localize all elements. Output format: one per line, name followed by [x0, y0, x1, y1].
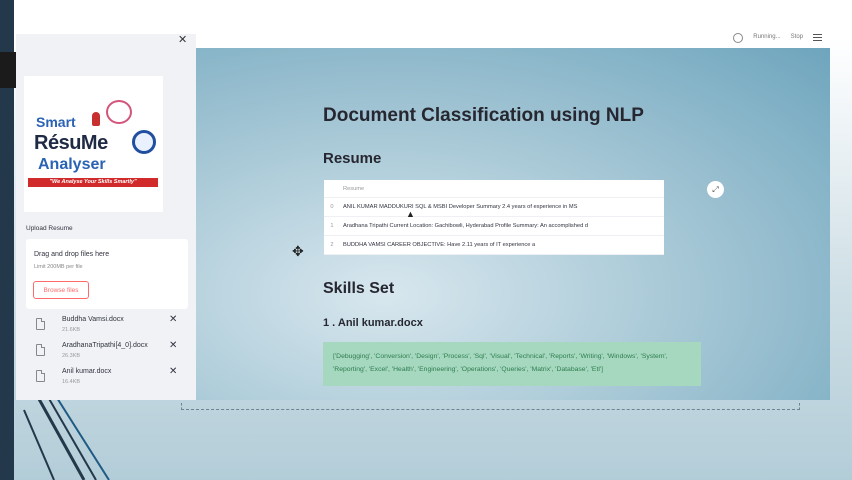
table-cell[interactable]: BUDDHA VAMSI CAREER OBJECTIVE: Have 2.11…	[340, 235, 664, 255]
row-index: 1	[324, 216, 340, 236]
logo-text-resume: RésuMe	[34, 132, 108, 154]
dropzone-limit: Limit 200MB per file	[34, 264, 83, 270]
table-cell[interactable]: ANIL KUMAR MADDUKURI SQL & MSBI Develope…	[340, 197, 664, 217]
file-dropzone[interactable]: Drag and drop files here Limit 200MB per…	[26, 239, 188, 309]
app-logo: Smart RésuMe Analyser "We Analyse Your S…	[24, 76, 163, 212]
stop-button[interactable]: Stop	[791, 34, 803, 40]
skills-success-box: ['Debugging', 'Conversion', 'Design', 'P…	[323, 342, 701, 386]
table-header-row: Resume	[324, 180, 664, 198]
streamlit-app-window: Running... Stop ✕ Smart RésuMe Analyser …	[16, 32, 830, 400]
main-content: Document Classification using NLP Resume…	[196, 48, 830, 400]
file-size: 21.6KB	[62, 327, 81, 333]
logo-tagline: "We Analyse Your Skills Smartly"	[28, 178, 158, 187]
brain-icon	[106, 100, 132, 124]
app-header: Running... Stop	[196, 32, 830, 48]
file-size: 16.4KB	[62, 379, 81, 385]
browse-files-button[interactable]: Browse files	[33, 281, 89, 299]
selection-outline	[181, 403, 800, 410]
file-icon	[36, 318, 45, 330]
uploaded-file-item: AradhanaTripathi[4_0].docx 26.3KB ✕	[36, 340, 186, 364]
running-status: Running...	[753, 34, 781, 40]
remove-file-icon[interactable]: ✕	[169, 340, 177, 351]
table-row[interactable]: 2 BUDDHA VAMSI CAREER OBJECTIVE: Have 2.…	[324, 235, 664, 255]
skills-heading: Skills Set	[323, 280, 395, 297]
remove-file-icon[interactable]: ✕	[169, 314, 177, 325]
sidebar: ✕ Smart RésuMe Analyser "We Analyse Your…	[16, 34, 196, 400]
row-index: 0	[324, 197, 340, 217]
table-row[interactable]: 1 Aradhana Tripathi Current Location: Ga…	[324, 216, 664, 236]
file-name: Anil kumar.docx	[62, 368, 112, 375]
file-subheading: 1 . Anil kumar.docx	[323, 317, 423, 329]
slide-decoration-stripes	[23, 390, 110, 480]
table-cell[interactable]: Aradhana Tripathi Current Location: Gach…	[340, 216, 664, 236]
file-icon	[36, 370, 45, 382]
uploaded-file-item: Buddha Vamsi.docx 21.6KB ✕	[36, 314, 186, 338]
logo-text-smart: Smart	[36, 114, 76, 130]
uploaded-file-item: Anil kumar.docx 16.4KB ✕	[36, 366, 186, 390]
move-cursor-icon: ✥	[292, 243, 304, 259]
hamburger-menu-icon[interactable]	[813, 33, 822, 41]
column-header[interactable]: Resume	[340, 180, 664, 198]
dropzone-title: Drag and drop files here	[34, 251, 110, 258]
magnifier-icon	[132, 130, 156, 154]
logo-text-analyser: Analyser	[38, 156, 106, 173]
file-name: AradhanaTripathi[4_0].docx	[62, 342, 148, 349]
header-controls: Running... Stop	[733, 32, 822, 43]
resume-heading: Resume	[323, 150, 382, 167]
resume-dataframe[interactable]: Resume 0 ANIL KUMAR MADDUKURI SQL & MSBI…	[324, 180, 664, 255]
file-icon	[36, 344, 45, 356]
index-header	[324, 180, 340, 198]
person-icon	[92, 112, 100, 126]
close-sidebar-icon[interactable]: ✕	[178, 33, 187, 46]
slide-left-marker	[0, 52, 16, 88]
fullscreen-expand-icon[interactable]: ⤢	[707, 181, 724, 198]
running-icon	[733, 33, 744, 43]
file-size: 26.3KB	[62, 353, 81, 359]
row-index: 2	[324, 235, 340, 255]
table-row[interactable]: 0 ANIL KUMAR MADDUKURI SQL & MSBI Develo…	[324, 197, 664, 217]
mouse-pointer-icon: ▲	[406, 209, 415, 219]
file-name: Buddha Vamsi.docx	[62, 316, 124, 323]
page-title: Document Classification using NLP	[323, 105, 644, 126]
upload-label: Upload Resume	[26, 225, 73, 232]
remove-file-icon[interactable]: ✕	[169, 366, 177, 377]
